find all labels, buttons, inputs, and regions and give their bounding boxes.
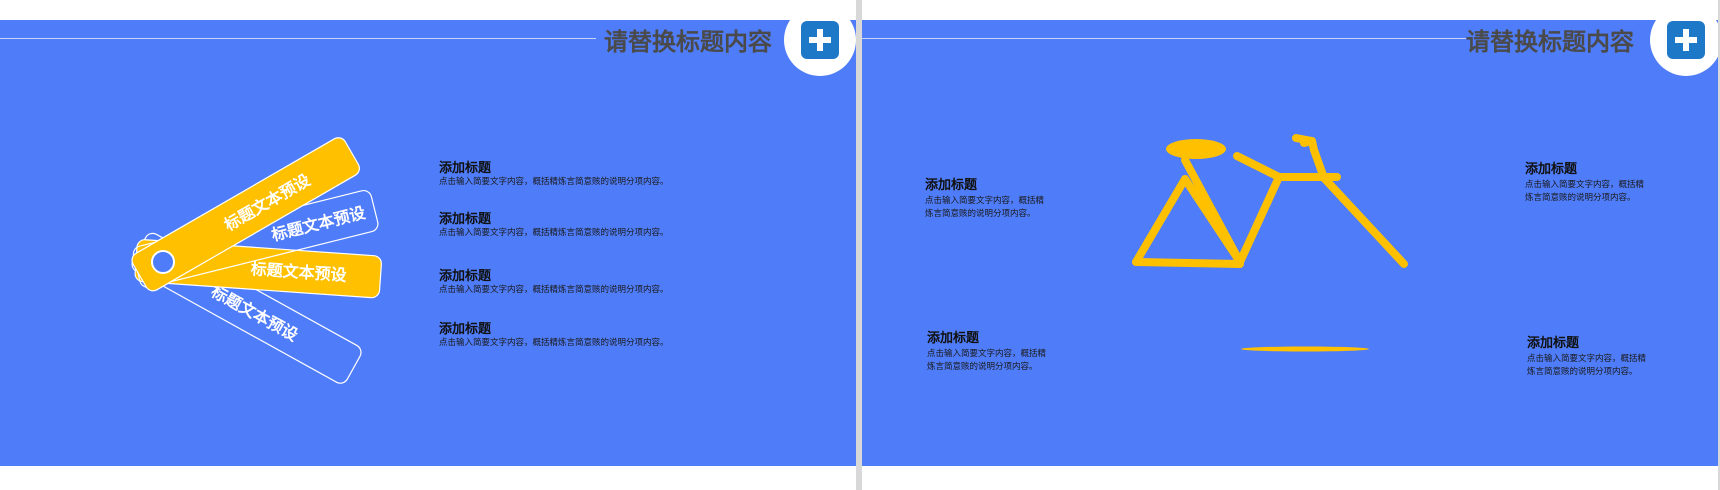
item-desc: 点击输入简要文字内容，概括精炼言简意赅的说明分项内容。	[925, 196, 1045, 219]
item-desc: 点击输入简要文字内容，概括精炼言简意赅的说明分项内容。	[1527, 354, 1647, 377]
item-title: 添加标题	[1527, 336, 1580, 351]
item-title: 添加标题	[1525, 162, 1578, 177]
item-desc: 点击输入简要文字内容，概括精炼言简意赅的说明分项内容。	[1525, 180, 1645, 203]
item-title: 添加标题	[439, 322, 492, 337]
bicycle-seat	[1166, 139, 1226, 159]
item-title: 添加标题	[925, 178, 978, 193]
item-title: 添加标题	[439, 212, 492, 227]
tag-fan: 标题文本预设 标题文本预设 标题文本预设 标题文本预设	[131, 137, 382, 384]
item-title: 添加标题	[439, 269, 492, 284]
item-desc: 点击输入简要文字内容，概括精炼言简意赅的说明分项内容。	[439, 338, 669, 348]
item-title: 添加标题	[439, 161, 492, 176]
item-desc: 点击输入简要文字内容，概括精炼言简意赅的说明分项内容。	[927, 349, 1047, 372]
item-desc: 点击输入简要文字内容，概括精炼言简意赅的说明分项内容。	[439, 177, 669, 187]
slide-right: 请替换标题内容 添加标题 点击输入简要文字内容，概括精炼言简意赅的说明分项内容。…	[862, 0, 1718, 490]
tag-hole	[151, 250, 175, 274]
item-desc: 点击输入简要文字内容，概括精炼言简意赅的说明分项内容。	[439, 228, 669, 238]
bicycle-icon	[1132, 134, 1408, 352]
item-title: 添加标题	[927, 331, 980, 346]
slide-left: 请替换标题内容 标题文本预设 标题文本预设 标题文本预设 标题文本预设 添加标题…	[0, 0, 856, 490]
item-desc: 点击输入简要文字内容，概括精炼言简意赅的说明分项内容。	[439, 285, 669, 295]
bicycle-shadow	[1241, 346, 1369, 352]
